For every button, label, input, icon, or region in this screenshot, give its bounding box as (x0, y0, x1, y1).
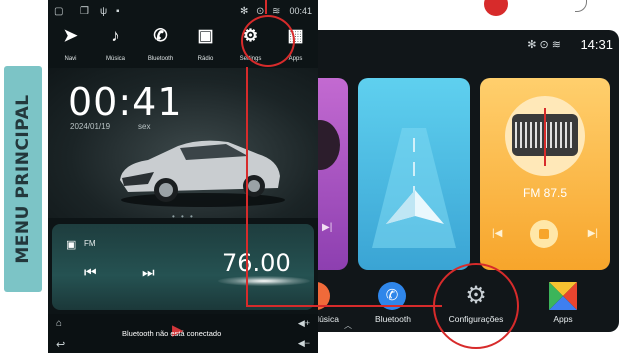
stop-icon (539, 229, 549, 239)
volume-down-icon[interactable]: ◀− (298, 338, 310, 349)
volume-up-icon[interactable]: ◀+ (298, 318, 310, 329)
connector-line (246, 67, 248, 307)
navigation-arrow-icon (386, 190, 444, 224)
radio-widget[interactable]: ▣ FM ⏮ ⏭ 76.00 (52, 224, 314, 310)
skip-icon: ▶| (322, 222, 333, 233)
stop-button[interactable] (530, 220, 558, 248)
nav-item-radio[interactable]: ▣ Rádio (183, 22, 228, 68)
radio-frequency: 76.00 (222, 249, 291, 277)
window-icon[interactable]: ❐ (80, 6, 89, 17)
connector-line (246, 305, 442, 307)
page-indicator: • • • (172, 212, 195, 221)
home-icon[interactable]: ⌂ (56, 318, 62, 329)
radio-dial-icon (505, 96, 585, 176)
navigation-arrow-icon: ➤ (63, 26, 78, 45)
callout-line (265, 0, 267, 14)
phone-icon: ✆ (153, 26, 168, 45)
usb-icon: ψ (100, 6, 108, 17)
nav-item-bluetooth[interactable]: ✆ Bluetooth (138, 22, 183, 68)
navigation-card[interactable] (358, 78, 470, 270)
side-label: MENU PRINCIPAL (4, 66, 42, 292)
status-time: 14:31 (580, 37, 613, 52)
chevron-up-icon[interactable]: ︿ (344, 320, 352, 331)
tuner-needle (544, 108, 546, 166)
figure: MENU PRINCIPAL ▢ ❐ ψ ▪ ✻ ⊙ ≋ 00:41 ➤ Nav… (0, 0, 619, 353)
radio-icon: ▣ (66, 239, 77, 251)
music-note-icon: ♪ (111, 26, 120, 45)
previous-station-button[interactable]: ⏮ (84, 264, 97, 281)
dock-label: Bluetooth (375, 314, 411, 324)
road-icon (372, 128, 456, 248)
sd-icon: ▪ (116, 6, 120, 17)
nav-label: Rádio (197, 56, 214, 62)
bottom-bar: ⌂ ↩ ▶ Bluetooth não está conectado ◀+ ◀− (48, 314, 318, 353)
next-station-button[interactable]: ⏭ (142, 264, 155, 281)
back-icon[interactable]: ↩ (56, 338, 65, 351)
nav-label: Navi (64, 56, 77, 62)
clock-time: 00:41 (68, 80, 183, 124)
car-image (120, 140, 285, 207)
side-label-text: MENU PRINCIPAL (13, 94, 33, 264)
nav-label: Bluetooth (147, 56, 174, 62)
status-icons: ✻ ⊙ ≋ (527, 39, 561, 51)
bluetooth-icon: ✻ (240, 6, 249, 17)
next-icon[interactable]: ▶| (588, 228, 598, 239)
bluetooth-status-text: Bluetooth não está conectado (122, 329, 222, 338)
settings-highlight-circle (241, 15, 295, 67)
radio-frequency: FM 87.5 (522, 186, 567, 200)
menu-icon[interactable]: ▢ (54, 6, 63, 17)
status-time: 00:41 (289, 6, 312, 16)
music-card[interactable]: ▶| (318, 78, 348, 270)
nav-item-musica[interactable]: ♪ Música (93, 22, 138, 68)
callout-badge (484, 0, 508, 16)
nav-label: Música (105, 56, 125, 62)
nav-item-navi[interactable]: ➤ Navi (48, 22, 93, 68)
clock-date: 2024/01/19 (70, 122, 111, 131)
frequency-glow (218, 276, 310, 286)
clock-widget[interactable]: 00:41 2024/01/19 sex • • • (48, 68, 318, 221)
radio-band: FM (84, 239, 96, 248)
configuracoes-highlight-circle (433, 263, 519, 349)
radio-card[interactable]: FM 87.5 |◀ ▶| (480, 78, 610, 270)
dock-label: Apps (553, 314, 573, 324)
radio-icon: ▣ (197, 26, 214, 45)
disc-icon (318, 120, 340, 170)
apps-icon (549, 282, 577, 310)
callout-bracket (575, 0, 587, 12)
radio-tuner (512, 108, 578, 166)
previous-icon[interactable]: |◀ (492, 228, 502, 239)
